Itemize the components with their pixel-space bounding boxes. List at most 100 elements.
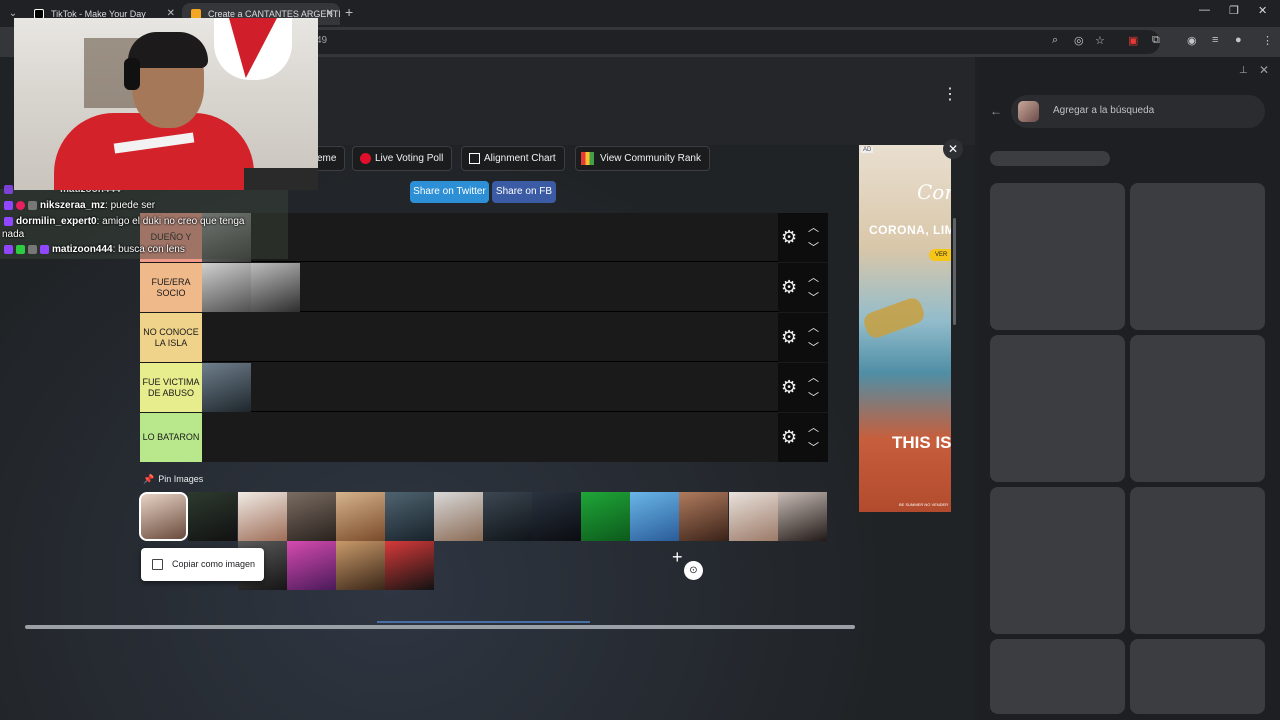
chat-text: amigo el duki no creo que tenga	[102, 216, 245, 227]
copy-image-icon	[152, 559, 163, 570]
twitch-icon	[4, 184, 13, 194]
tier-label[interactable]: FUE/ERA SOCIO	[140, 263, 202, 312]
pool-image[interactable]	[336, 541, 385, 590]
gear-icon[interactable]: ⚙	[781, 277, 797, 297]
tier-label-text: FUE VICTIMA DE ABUSO	[142, 376, 200, 398]
pool-image[interactable]	[483, 492, 532, 541]
pool-image[interactable]	[630, 492, 679, 541]
restore-icon[interactable]: ❐	[1229, 4, 1239, 17]
lens-search-field[interactable]: Agregar a la búsqueda	[1011, 95, 1265, 128]
chat-text: puede ser	[110, 200, 156, 211]
result-placeholder	[1130, 335, 1265, 482]
chat-user: nikszeraa_mz	[40, 200, 106, 211]
pool-image[interactable]	[434, 492, 483, 541]
extensions-icon[interactable]: ⧉	[1152, 34, 1160, 47]
pool-image[interactable]	[287, 541, 336, 590]
eye-off-icon[interactable]: ◎	[1074, 34, 1084, 47]
copy-image-label: Copiar como imagen	[172, 559, 256, 569]
alignment-chart-button[interactable]: Alignment Chart	[461, 146, 565, 171]
move-down-icon[interactable]: ﹀	[808, 239, 819, 255]
minimize-icon[interactable]: —	[1199, 4, 1210, 16]
tier-items[interactable]	[202, 213, 778, 262]
tier-row: NO CONOCE LA ISLA ⚙ ︿ ﹀	[140, 313, 828, 362]
pool-image[interactable]	[729, 492, 778, 541]
tier-controls: ⚙ ︿ ﹀	[778, 313, 828, 362]
pool-image[interactable]	[385, 541, 434, 590]
pin-panel-icon[interactable]: ⊥	[1239, 65, 1248, 76]
horizontal-scrollbar[interactable]	[25, 625, 855, 629]
pool-image[interactable]	[336, 492, 385, 541]
gear-icon[interactable]: ⚙	[781, 327, 797, 347]
tier-image[interactable]	[202, 263, 251, 312]
tier-label[interactable]: NO CONOCE LA ISLA	[140, 313, 202, 362]
close-window-icon[interactable]: ✕	[1258, 4, 1267, 17]
lens-side-panel: ⊥ ✕ ← Agregar a la búsqueda	[980, 57, 1280, 720]
pool-image[interactable]	[581, 492, 630, 541]
pin-icon: 📌	[143, 474, 155, 484]
bookmark-star-icon[interactable]: ☆	[1095, 34, 1105, 47]
community-rank-button[interactable]: View Community Rank	[575, 146, 710, 171]
gear-icon[interactable]: ⚙	[781, 227, 797, 247]
move-down-icon[interactable]: ﹀	[808, 389, 819, 405]
reading-list-icon[interactable]: ≡	[1212, 34, 1218, 46]
gear-icon[interactable]: ⚙	[781, 377, 797, 397]
close-ad-icon[interactable]: ✕	[943, 139, 963, 159]
move-down-icon[interactable]: ﹀	[808, 289, 819, 305]
move-up-icon[interactable]: ︿	[808, 369, 819, 385]
live-voting-poll-button[interactable]: Live Voting Poll	[352, 146, 453, 171]
loading-placeholder	[990, 151, 1110, 166]
lens-icon[interactable]: ◉	[1187, 34, 1197, 47]
tier-image[interactable]	[202, 363, 251, 412]
advertisement[interactable]: AD Coro CORONA, LIM VER THIS IS BE SUMME…	[859, 145, 951, 512]
move-up-icon[interactable]: ︿	[808, 419, 819, 435]
extension-badge-icon[interactable]: ▣	[1128, 34, 1138, 47]
back-arrow-icon[interactable]: ←	[990, 104, 1002, 118]
new-tab-icon[interactable]: +	[345, 4, 353, 20]
more-options-icon[interactable]: ⋮	[942, 84, 958, 104]
badge-icon	[28, 200, 37, 210]
tier-items[interactable]	[202, 413, 778, 462]
move-up-icon[interactable]: ︿	[808, 269, 819, 285]
lens-search-placeholder: Agregar a la búsqueda	[1053, 105, 1155, 116]
record-dot-icon	[360, 153, 371, 164]
pin-images-label: Pin Images	[158, 474, 204, 484]
share-twitter-button[interactable]: Share on Twitter	[410, 181, 489, 203]
tier-items[interactable]	[202, 363, 778, 412]
pool-image[interactable]	[532, 492, 581, 541]
crosshair-cursor-icon: +	[672, 547, 683, 567]
pin-images-toggle[interactable]: 📌 Pin Images	[143, 474, 203, 485]
rank-grid-icon	[581, 152, 594, 165]
pool-image[interactable]	[238, 492, 287, 541]
move-up-icon[interactable]: ︿	[808, 319, 819, 335]
address-bar[interactable]: 49	[300, 30, 1160, 54]
tier-label[interactable]: LO BATARON	[140, 413, 202, 462]
chat-message-continued: nada	[2, 229, 24, 240]
tier-items[interactable]	[202, 313, 778, 362]
profile-avatar[interactable]: ●	[1235, 34, 1242, 46]
share-fb-button[interactable]: Share on FB	[492, 181, 556, 203]
tier-label[interactable]: FUE VICTIMA DE ABUSO	[140, 363, 202, 412]
close-panel-icon[interactable]: ✕	[1259, 63, 1269, 77]
vertical-scrollbar[interactable]	[953, 218, 956, 325]
chat-user: matizoon444	[52, 244, 113, 255]
pool-image[interactable]	[139, 492, 188, 541]
pool-image[interactable]	[778, 492, 827, 541]
zoom-icon[interactable]: ⌕	[1052, 34, 1058, 47]
move-up-icon[interactable]: ︿	[808, 219, 819, 235]
ad-headline: THIS IS	[892, 433, 951, 452]
pool-image[interactable]	[188, 492, 237, 541]
tier-row: FUE VICTIMA DE ABUSO ⚙ ︿ ﹀	[140, 363, 828, 412]
tier-items[interactable]	[202, 263, 778, 312]
tier-image[interactable]	[251, 263, 300, 312]
move-down-icon[interactable]: ﹀	[808, 339, 819, 355]
menu-icon[interactable]: ⋮	[1262, 34, 1273, 47]
gear-icon[interactable]: ⚙	[781, 427, 797, 447]
pool-image[interactable]	[287, 492, 336, 541]
pool-image[interactable]	[385, 492, 434, 541]
pool-image[interactable]	[679, 492, 728, 541]
context-menu-copy-image[interactable]: Copiar como imagen	[141, 548, 264, 581]
ad-cta[interactable]: VER	[929, 249, 951, 261]
move-down-icon[interactable]: ﹀	[808, 439, 819, 455]
close-icon[interactable]: ✕	[326, 3, 334, 25]
tier-controls: ⚙ ︿ ﹀	[778, 413, 828, 462]
